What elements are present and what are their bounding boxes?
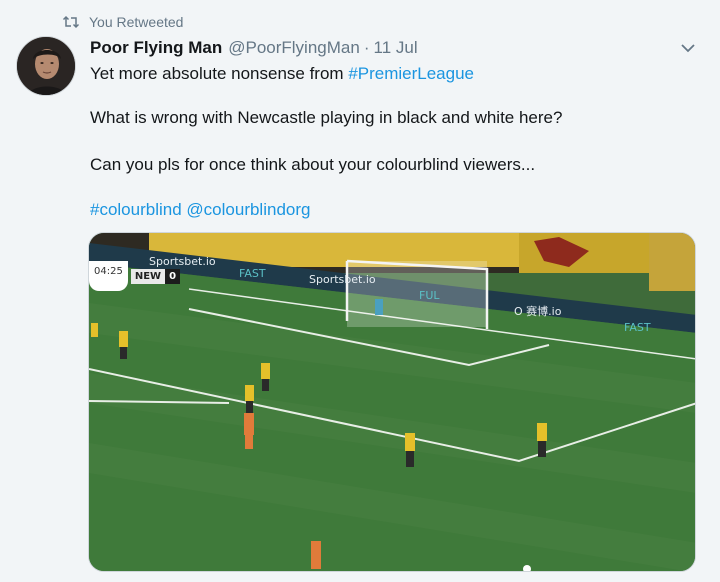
ad-board-text: Sportsbet.io: [309, 273, 376, 286]
hashtag-premierleague[interactable]: #PremierLeague: [348, 64, 474, 83]
display-name[interactable]: Poor Flying Man: [90, 38, 222, 58]
mention-colourblindorg[interactable]: @colourblindorg: [186, 200, 310, 219]
hashtag-colourblind[interactable]: #colourblind: [90, 200, 182, 219]
team-score: 0: [165, 268, 181, 284]
separator: ·: [363, 38, 370, 57]
media-image[interactable]: Sportsbet.io FAST Sportsbet.io FUL O 赛博.…: [88, 232, 696, 572]
chevron-down-icon[interactable]: [678, 38, 698, 58]
tweet-line-1: Yet more absolute nonsense from #Premier…: [90, 64, 474, 84]
retweet-icon: [62, 15, 80, 29]
scoreboard: 04:25 NEW 0: [89, 261, 181, 291]
team-code: NEW: [130, 268, 166, 284]
tweet-line-2: What is wrong with Newcastle playing in …: [90, 108, 563, 127]
ad-board-text: FUL: [419, 289, 440, 302]
ad-board-text: O 赛博.io: [514, 304, 562, 318]
retweet-context: You Retweeted: [62, 12, 183, 32]
tweet-text: Yet more absolute nonsense from: [90, 64, 349, 83]
tweet-header: Poor Flying Man @PoorFlyingMan · 11 Jul: [90, 38, 418, 60]
tweet-date[interactable]: 11 Jul: [374, 38, 418, 58]
ad-board-text: FAST: [624, 321, 651, 334]
match-clock: 04:25: [89, 261, 128, 291]
tweet-line-3: Can you pls for once think about your co…: [90, 155, 536, 174]
ad-board-text: FAST: [239, 267, 266, 280]
handle[interactable]: @PoorFlyingMan: [228, 38, 360, 58]
retweet-label: You Retweeted: [89, 14, 184, 30]
tweet-card[interactable]: You Retweeted Poor Flying Man @PoorFlyin…: [0, 0, 720, 582]
tweet-line-4: #colourblind @colourblindorg: [90, 200, 310, 220]
avatar[interactable]: [16, 36, 76, 96]
